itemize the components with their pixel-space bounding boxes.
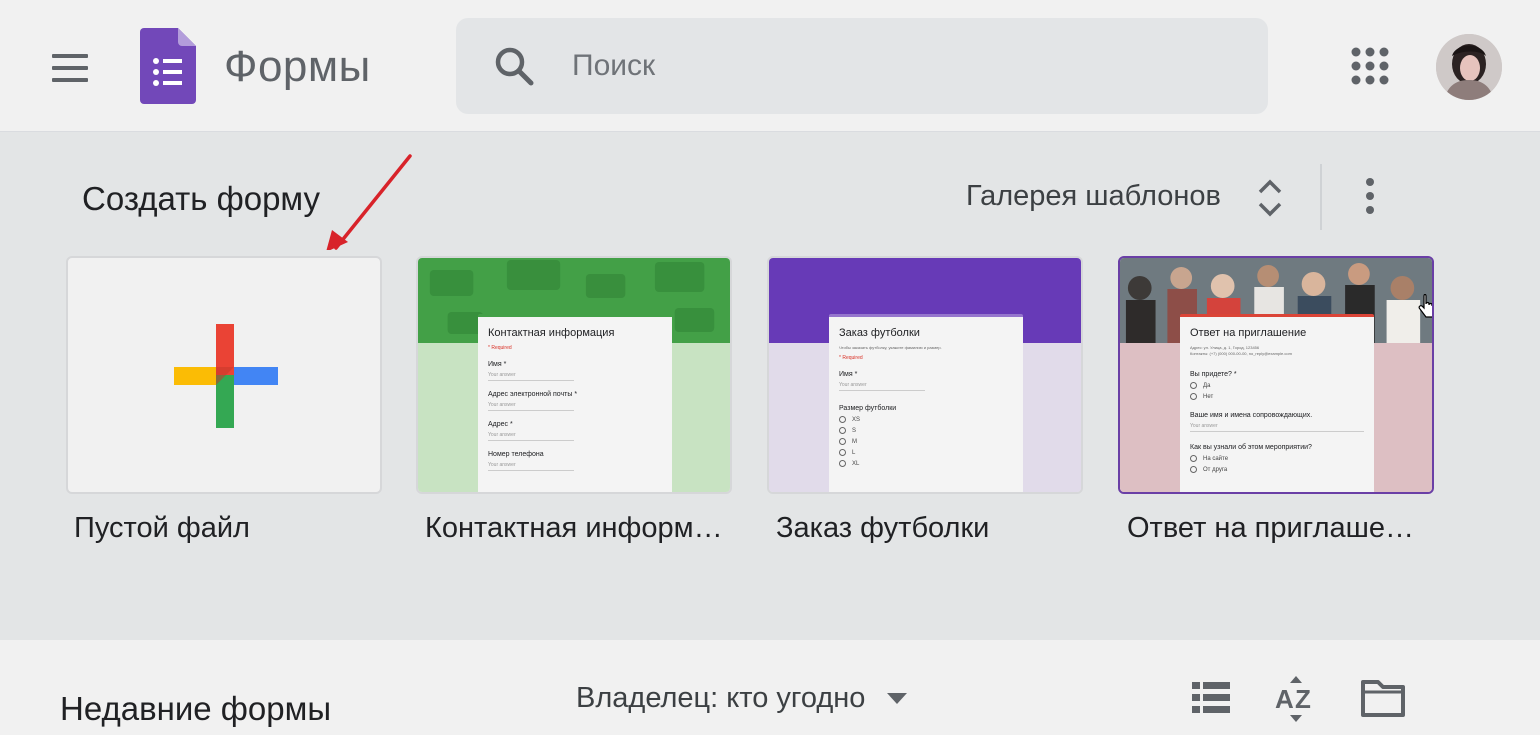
hand-cursor-icon	[1418, 294, 1432, 318]
form-preview: Заказ футболки Чтобы заказать футболку, …	[829, 314, 1023, 492]
template-card-rsvp[interactable]: Ответ на приглашение Адрес: ул. Улица, д…	[1118, 256, 1434, 494]
template-label-tshirt-order[interactable]: Заказ футболки	[776, 512, 1076, 545]
form-question: Вы придете? *	[1190, 371, 1237, 378]
dropdown-caret-icon	[887, 692, 908, 704]
folder-icon[interactable]	[1360, 678, 1406, 718]
form-preview-required: * Required	[839, 355, 863, 361]
top-app-bar: Формы	[0, 0, 1540, 132]
form-option: Да	[1190, 382, 1364, 389]
unfold-icon[interactable]	[1254, 178, 1286, 218]
recent-forms-section: Недавние формы Владелец: кто угодно A Z	[0, 640, 1540, 735]
form-preview-title: Ответ на приглашение	[1190, 327, 1307, 339]
sort-az-icon[interactable]: A Z	[1274, 676, 1318, 722]
hamburger-menu-icon[interactable]	[44, 48, 96, 88]
form-question: Как вы узнали об этом мероприятии?	[1190, 444, 1312, 451]
template-label-contact-info[interactable]: Контактная информация	[425, 512, 725, 545]
recent-forms-title: Недавние формы	[60, 690, 332, 727]
form-option: XS	[839, 416, 1013, 423]
form-question: Размер футболки	[839, 405, 897, 412]
template-label-blank[interactable]: Пустой файл	[74, 512, 374, 545]
search-input[interactable]	[572, 46, 1232, 86]
form-preview-contacts: Контакты: (+7) (000) 000-00-00, no_reply…	[1190, 351, 1292, 356]
form-question: Ваше имя и имена сопровождающих.	[1190, 412, 1313, 419]
more-vertical-icon[interactable]	[1356, 176, 1384, 216]
form-answer: Your answer	[1190, 423, 1364, 432]
form-question: Адрес электронной почты *	[488, 391, 578, 398]
annotation-arrow	[326, 154, 412, 250]
form-answer: Your answer	[488, 432, 574, 441]
list-view-icon[interactable]	[1190, 680, 1232, 716]
form-option: На сайте	[1190, 455, 1364, 462]
form-preview-description: Чтобы заказать футболку, укажите фамилию…	[839, 345, 942, 350]
app-title: Формы	[224, 42, 371, 91]
form-question: Имя *	[839, 371, 858, 378]
template-gallery-section: Создать форму Галерея шаблонов Пустой фа…	[0, 132, 1540, 640]
section-title: Создать форму	[82, 180, 320, 217]
form-option: S	[839, 427, 1013, 434]
form-preview: Контактная информация * Required Имя * Y…	[478, 314, 672, 492]
form-question: Адрес *	[488, 421, 513, 428]
form-preview: Ответ на приглашение Адрес: ул. Улица, д…	[1180, 314, 1374, 492]
form-option: XL	[839, 460, 1013, 467]
form-preview-required: * Required	[488, 345, 512, 351]
svg-text:Z: Z	[1295, 684, 1311, 714]
form-question: Имя *	[488, 361, 507, 368]
account-avatar[interactable]	[1436, 34, 1502, 100]
form-answer: Your answer	[488, 372, 574, 381]
svg-text:A: A	[1275, 684, 1294, 714]
form-question: Номер телефона	[488, 451, 544, 458]
form-option: L	[839, 449, 1013, 456]
form-option: От друга	[1190, 466, 1364, 473]
form-answer: Your answer	[488, 462, 574, 471]
form-answer: Your answer	[839, 382, 925, 391]
template-gallery-button[interactable]: Галерея шаблонов	[966, 180, 1221, 213]
template-label-rsvp[interactable]: Ответ на приглашение	[1127, 512, 1427, 545]
form-preview-title: Заказ футболки	[839, 327, 920, 339]
template-card-tshirt-order[interactable]: Заказ футболки Чтобы заказать футболку, …	[767, 256, 1083, 494]
search-bar[interactable]	[456, 18, 1268, 114]
form-preview-title: Контактная информация	[488, 327, 615, 339]
template-card-blank[interactable]	[66, 256, 382, 494]
form-option: M	[839, 438, 1013, 445]
template-card-contact-info[interactable]: Контактная информация * Required Имя * Y…	[416, 256, 732, 494]
plus-icon	[174, 324, 278, 428]
divider	[1320, 164, 1322, 230]
search-icon[interactable]	[494, 46, 534, 86]
google-forms-logo-icon[interactable]	[140, 28, 196, 104]
owner-filter-dropdown[interactable]: Владелец: кто угодно	[576, 682, 908, 715]
form-option: Нет	[1190, 393, 1364, 400]
apps-grid-icon[interactable]	[1348, 44, 1392, 88]
owner-filter-label: Владелец: кто угодно	[576, 682, 866, 714]
form-answer: Your answer	[488, 402, 574, 411]
